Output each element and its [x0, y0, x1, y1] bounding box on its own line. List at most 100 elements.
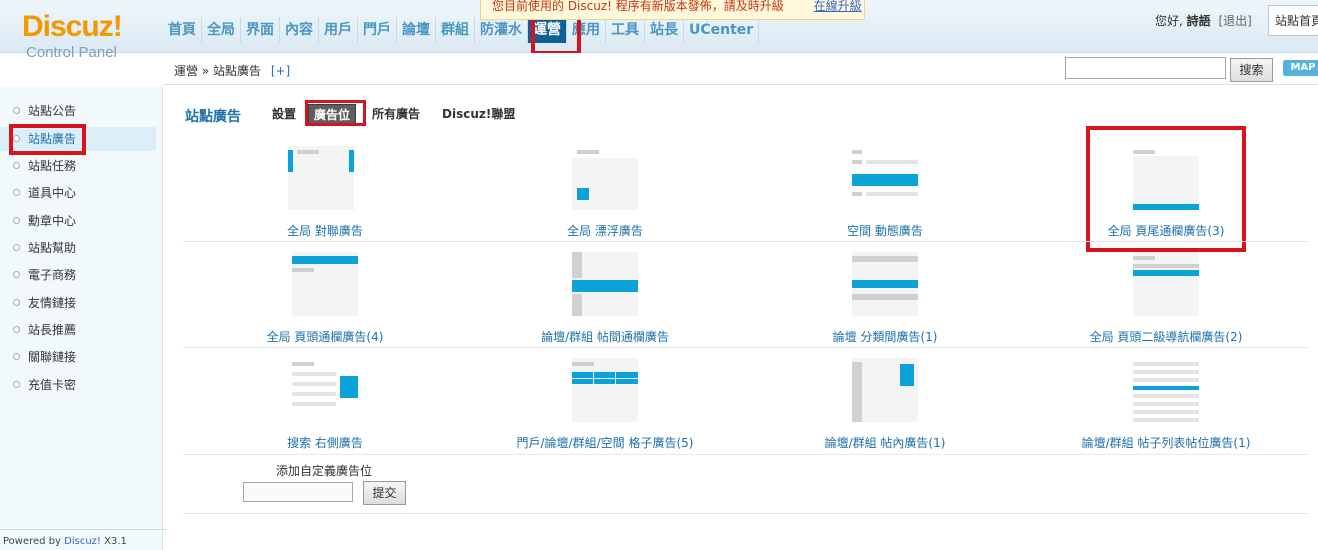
row-divider — [183, 454, 1308, 455]
ad-position-category-interval[interactable]: 論壇 分類間廣告(1) — [745, 252, 1025, 352]
float-ad-thumbnail — [572, 146, 638, 210]
tab-settings[interactable]: 設置 — [272, 105, 296, 122]
ad-position-label[interactable]: 論壇 分類間廣告(1) — [745, 328, 1025, 345]
sidebar-item-label: 充值卡密 — [28, 378, 77, 392]
logo-title: Discuz! — [22, 10, 123, 43]
map-button[interactable]: MAP — [1283, 60, 1318, 76]
subnav-banner-thumbnail — [1133, 252, 1199, 316]
ad-position-search-right[interactable]: 搜索 右側廣告 — [185, 358, 465, 458]
breadcrumb-bar: 運營 » 站點廣告 [+] 搜索 MAP — [163, 53, 1318, 85]
sidebar-item-label: 站點幫助 — [28, 241, 77, 255]
logo-subtitle: Control Panel — [26, 44, 117, 61]
sidebar-item-announcements[interactable]: 站點公告 — [0, 99, 156, 123]
nav-ucenter[interactable]: UCenter — [684, 17, 760, 43]
logout-link[interactable]: [退出] — [1219, 14, 1252, 28]
category-interval-thumbnail — [852, 252, 918, 316]
bullet-icon — [13, 381, 20, 388]
submit-button[interactable]: 提交 — [363, 481, 406, 505]
sidebar-item-tasks[interactable]: 站點任務 — [0, 154, 156, 178]
ad-position-label[interactable]: 全局 頁頭通欄廣告(4) — [185, 328, 465, 345]
nav-global[interactable]: 全局 — [202, 17, 241, 43]
logo[interactable]: Discuz! Control Panel — [0, 0, 152, 86]
nav-style[interactable]: 界面 — [241, 17, 280, 43]
ad-position-label[interactable]: 論壇/群組 帖間通欄廣告 — [465, 328, 745, 345]
nav-home[interactable]: 首頁 — [163, 17, 202, 43]
sidebar-item-related-links[interactable]: 關聯鏈接 — [0, 345, 156, 369]
ad-position-space-feed[interactable]: 空間 動態廣告 — [745, 146, 1025, 246]
in-thread-thumbnail — [852, 358, 918, 422]
tab-all-ads[interactable]: 所有廣告 — [372, 105, 420, 122]
search-input[interactable] — [1065, 57, 1226, 79]
sidebar-item-label: 友情鏈接 — [28, 296, 77, 310]
sidebar-item-ecommerce[interactable]: 電子商務 — [0, 263, 156, 287]
notice-text: 您目前使用的 Discuz! 程序有新版本發佈，請及時升級 — [492, 0, 784, 13]
sidebar-item-recommend[interactable]: 站長推薦 — [0, 318, 156, 342]
ad-position-grid[interactable]: 門戶/論壇/群組/空間 格子廣告(5) — [465, 358, 745, 458]
sidebar-highlight-box — [9, 124, 86, 155]
couplet-ad-thumbnail — [288, 146, 354, 210]
powered-brand[interactable]: Discuz! — [64, 536, 101, 547]
sidebar-item-medals[interactable]: 勳章中心 — [0, 209, 156, 233]
bullet-icon — [13, 299, 20, 306]
ad-position-label[interactable]: 論壇/群組 帖子列表帖位廣告(1) — [1026, 434, 1306, 451]
sidebar-item-label: 道具中心 — [28, 186, 77, 200]
ad-position-label[interactable]: 全局 漂浮廣告 — [465, 222, 745, 239]
bullet-icon — [13, 189, 20, 196]
bullet-icon — [13, 326, 20, 333]
sidebar-item-label: 關聯鏈接 — [28, 350, 77, 364]
custom-position-input[interactable] — [243, 482, 353, 502]
ad-position-thread-interval[interactable]: 論壇/群組 帖間通欄廣告 — [465, 252, 745, 352]
ad-position-label[interactable]: 門戶/論壇/群組/空間 格子廣告(5) — [465, 434, 745, 451]
main-nav: 首頁 全局 界面 內容 用戶 門戶 論壇 群組 防灌水 運營 應用 工具 站長 … — [163, 15, 760, 43]
thread-list-thumbnail — [1133, 358, 1199, 422]
nav-group[interactable]: 群組 — [436, 17, 475, 43]
ad-position-subnav-banner[interactable]: 全局 頁頭二級導航欄廣告(2) — [1026, 252, 1306, 352]
nav-founder[interactable]: 站長 — [645, 17, 684, 43]
powered-by: Powered by Discuz! X3.1 — [3, 536, 127, 547]
upgrade-link[interactable]: 在線升級 — [814, 0, 862, 13]
ad-position-label[interactable]: 空間 動態廣告 — [745, 222, 1025, 239]
bullet-icon — [13, 107, 20, 114]
bullet-icon — [13, 162, 20, 169]
ad-position-thread-list[interactable]: 論壇/群組 帖子列表帖位廣告(1) — [1026, 358, 1306, 458]
sidebar-item-label: 站點公告 — [28, 104, 77, 118]
ad-position-label[interactable]: 論壇/群組 帖內廣告(1) — [745, 434, 1025, 451]
nav-antispam[interactable]: 防灌水 — [475, 17, 528, 43]
upgrade-notice: 您目前使用的 Discuz! 程序有新版本發佈，請及時升級 在線升級 — [480, 0, 865, 20]
page-title: 站點廣告 — [185, 109, 241, 125]
nav-tools[interactable]: 工具 — [606, 17, 645, 43]
row-divider — [183, 513, 1308, 514]
tab-highlight-box — [305, 100, 366, 126]
search-button[interactable]: 搜索 — [1230, 58, 1273, 82]
ad-position-header-banner[interactable]: 全局 頁頭通欄廣告(4) — [185, 252, 465, 352]
tab-discuz-union[interactable]: Discuz!聯盟 — [442, 105, 515, 122]
sidebar-item-links[interactable]: 友情鏈接 — [0, 291, 156, 315]
ad-position-label[interactable]: 全局 頁頭二級導航欄廣告(2) — [1026, 328, 1306, 345]
bullet-icon — [13, 353, 20, 360]
bullet-icon — [13, 244, 20, 251]
feed-ad-thumbnail — [852, 146, 918, 210]
nav-content[interactable]: 內容 — [280, 17, 319, 43]
ad-position-couplet[interactable]: 全局 對聯廣告 — [185, 146, 465, 246]
breadcrumb-text: 運營 » 站點廣告 — [174, 64, 261, 78]
nav-portal[interactable]: 門戶 — [358, 17, 397, 43]
nav-users[interactable]: 用戶 — [319, 17, 358, 43]
ad-position-label[interactable]: 全局 對聯廣告 — [185, 222, 465, 239]
sidebar-item-magic[interactable]: 道具中心 — [0, 181, 156, 205]
sidebar-item-help[interactable]: 站點幫助 — [0, 236, 156, 260]
bullet-icon — [13, 271, 20, 278]
ad-position-in-thread[interactable]: 論壇/群組 帖內廣告(1) — [745, 358, 1025, 458]
sidebar-item-cards[interactable]: 充值卡密 — [0, 373, 156, 397]
header-banner-thumbnail — [292, 252, 358, 316]
breadcrumb: 運營 » 站點廣告 [+] — [174, 62, 290, 79]
nav-forum[interactable]: 論壇 — [397, 17, 436, 43]
powered-version: X3.1 — [100, 536, 127, 547]
thread-interval-thumbnail — [572, 252, 638, 316]
divider — [0, 529, 166, 530]
sidebar-item-label: 勳章中心 — [28, 214, 77, 228]
site-home-button[interactable]: 站點首頁 — [1268, 5, 1318, 36]
nav-highlight-box — [531, 14, 581, 55]
ad-position-float[interactable]: 全局 漂浮廣告 — [465, 146, 745, 246]
ad-position-label[interactable]: 搜索 右側廣告 — [185, 434, 465, 451]
add-shortcut-link[interactable]: [+] — [271, 64, 290, 78]
